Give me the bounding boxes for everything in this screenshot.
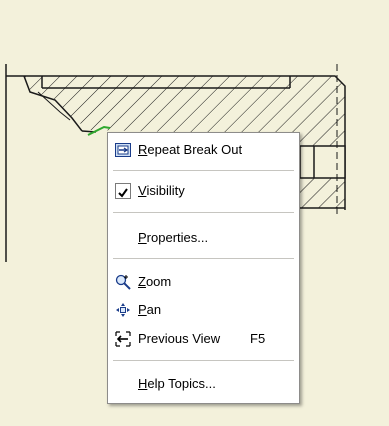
- menu-item-label: Pan: [138, 302, 162, 317]
- menu-item-previous-view[interactable]: Previous View F5: [110, 327, 297, 351]
- repeat-break-out-icon: [115, 142, 131, 158]
- menu-item-label: Previous View: [138, 331, 221, 346]
- menu-item-properties[interactable]: Properties...: [110, 226, 297, 250]
- menu-separator: [113, 360, 294, 361]
- menu-item-label: Visibility: [138, 183, 185, 198]
- menu-item-repeat-break-out[interactable]: Repeat Break Out: [110, 138, 297, 162]
- menu-item-visibility[interactable]: Visibility: [110, 179, 297, 203]
- menu-item-help-topics[interactable]: Help Topics...: [110, 372, 297, 396]
- menu-item-zoom[interactable]: Zoom: [110, 270, 297, 294]
- menu-item-label: Zoom: [138, 274, 172, 289]
- check-icon: [118, 188, 128, 198]
- previous-view-icon: [115, 331, 131, 347]
- slot-feature: [299, 145, 346, 179]
- menu-item-label: Repeat Break Out: [138, 142, 243, 157]
- menu-separator: [113, 170, 294, 171]
- menu-separator: [113, 212, 294, 213]
- menu-item-pan[interactable]: Pan: [110, 298, 297, 322]
- menu-item-label: Properties...: [138, 230, 209, 245]
- menu-item-shortcut: F5: [250, 331, 266, 346]
- zoom-icon: [115, 274, 131, 290]
- visibility-checkbox[interactable]: [115, 183, 131, 199]
- context-menu: Repeat Break Out Visibility Properties..…: [107, 132, 300, 404]
- pan-icon: [115, 302, 131, 318]
- menu-item-label: Help Topics...: [138, 376, 216, 391]
- menu-separator: [113, 258, 294, 259]
